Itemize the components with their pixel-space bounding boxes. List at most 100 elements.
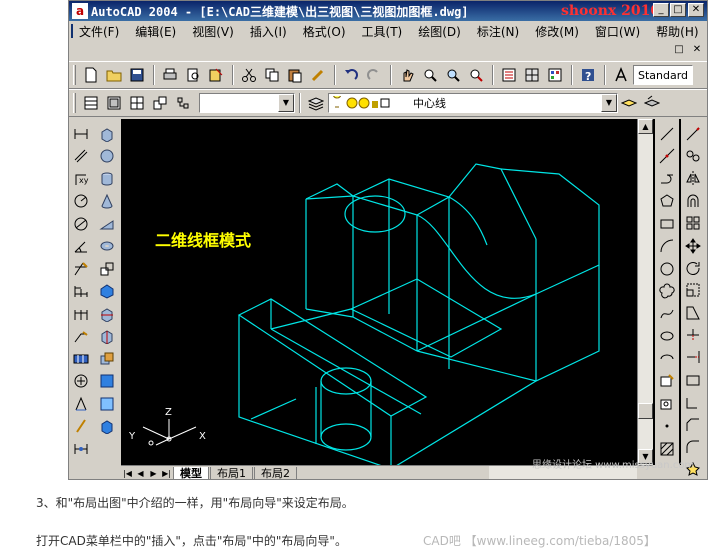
copy-icon[interactable] [261, 64, 283, 86]
properties-icon[interactable] [498, 64, 520, 86]
block-icon[interactable] [149, 92, 171, 114]
make-object-layer-current-icon[interactable] [618, 92, 640, 114]
tab-layout2[interactable]: 布局2 [254, 467, 297, 479]
dimension-edit-icon[interactable] [70, 393, 92, 415]
last-tab-icon[interactable]: ▶| [160, 467, 173, 479]
construction-line-icon[interactable] [656, 146, 678, 168]
layer-manager-icon[interactable] [80, 92, 102, 114]
menu-draw[interactable]: 绘图(D) [418, 23, 461, 40]
make-block-icon[interactable] [656, 393, 678, 415]
cut-icon[interactable] [238, 64, 260, 86]
chamfer-icon[interactable] [682, 414, 704, 435]
close-button[interactable]: ✕ [688, 3, 704, 17]
menu-tools[interactable]: 工具(T) [362, 23, 403, 40]
model-space-icon[interactable] [103, 92, 125, 114]
zoom-realtime-icon[interactable] [419, 64, 441, 86]
line-icon[interactable] [656, 123, 678, 145]
pan-icon[interactable] [396, 64, 418, 86]
redo-icon[interactable] [363, 64, 385, 86]
print-preview-icon[interactable] [182, 64, 204, 86]
arc-icon[interactable] [656, 236, 678, 258]
menu-window[interactable]: 窗口(W) [595, 23, 640, 40]
publish-icon[interactable] [205, 64, 227, 86]
extend-icon[interactable] [682, 347, 704, 368]
tab-layout1[interactable]: 布局1 [210, 467, 253, 479]
menu-insert[interactable]: 插入(I) [250, 23, 287, 40]
sphere-icon[interactable] [96, 146, 118, 168]
previous-tab-icon[interactable]: ◀ [134, 467, 147, 479]
print-icon[interactable] [159, 64, 181, 86]
tolerance-icon[interactable] [70, 348, 92, 370]
match-properties-icon[interactable] [307, 64, 329, 86]
polyline-icon[interactable] [656, 168, 678, 190]
aligned-dimension-icon[interactable] [70, 146, 92, 168]
maximize-button[interactable]: □ [670, 3, 686, 17]
rectangle-icon[interactable] [656, 213, 678, 235]
viewport-icon[interactable] [126, 92, 148, 114]
dimension-update-icon[interactable] [70, 438, 92, 460]
cone-icon[interactable] [96, 191, 118, 213]
layers-icon[interactable] [305, 92, 327, 114]
mdi-restore-button[interactable]: □ [672, 43, 686, 57]
design-center-icon[interactable] [521, 64, 543, 86]
insert-block-icon[interactable] [656, 371, 678, 393]
offset-icon[interactable] [682, 190, 704, 211]
zoom-window-icon[interactable] [442, 64, 464, 86]
linear-dimension-icon[interactable] [70, 123, 92, 145]
tool-palettes-icon[interactable] [544, 64, 566, 86]
torus-icon[interactable] [96, 236, 118, 258]
slice-icon[interactable] [96, 303, 118, 325]
ordinate-dimension-icon[interactable]: xy [70, 168, 92, 190]
scroll-up-arrow-icon[interactable]: ▲ [638, 119, 653, 134]
setup-view-icon[interactable] [96, 393, 118, 415]
autocad-logo-icon[interactable]: a [72, 3, 88, 19]
array-icon[interactable] [682, 213, 704, 234]
menu-view[interactable]: 视图(V) [192, 23, 234, 40]
mdi-close-button[interactable]: ✕ [690, 43, 704, 57]
menu-dimension[interactable]: 标注(N) [477, 23, 519, 40]
toolbar-grip[interactable] [73, 65, 76, 85]
interference-icon[interactable] [96, 348, 118, 370]
tab-model[interactable]: 模型 [173, 467, 209, 479]
radius-dimension-icon[interactable] [70, 191, 92, 213]
ellipse-arc-icon[interactable] [656, 348, 678, 370]
drawing-canvas[interactable]: 二维线框模式 X Y Z [121, 119, 685, 470]
ellipse-icon[interactable] [656, 326, 678, 348]
circle-icon[interactable] [656, 258, 678, 280]
baseline-dimension-icon[interactable] [70, 281, 92, 303]
vertical-scrollbar[interactable]: ▲ ▼ [637, 119, 653, 465]
minimize-button[interactable]: _ [653, 3, 669, 17]
layer-combo[interactable]: 中心线 ▼ [328, 93, 618, 113]
chevron-down-icon[interactable]: ▼ [278, 94, 294, 112]
rotate-icon[interactable] [682, 257, 704, 278]
section-icon[interactable] [96, 326, 118, 348]
center-mark-icon[interactable] [70, 371, 92, 393]
next-tab-icon[interactable]: ▶ [147, 467, 160, 479]
scale-icon[interactable] [682, 280, 704, 301]
box-icon[interactable] [96, 123, 118, 145]
erase-icon[interactable] [682, 123, 704, 144]
paste-icon[interactable] [284, 64, 306, 86]
menu-file[interactable]: 文件(F) [79, 23, 119, 40]
quick-leader-icon[interactable] [70, 326, 92, 348]
text-style-combo[interactable]: Standard [633, 65, 693, 85]
continue-dimension-icon[interactable] [70, 303, 92, 325]
copy-object-icon[interactable] [682, 145, 704, 166]
save-icon[interactable] [126, 64, 148, 86]
first-tab-icon[interactable]: |◀ [121, 467, 134, 479]
break-icon[interactable] [682, 392, 704, 413]
point-icon[interactable] [656, 416, 678, 438]
move-icon[interactable] [682, 235, 704, 256]
spline-icon[interactable] [656, 303, 678, 325]
trim-icon[interactable] [682, 324, 704, 345]
chevron-down-icon[interactable]: ▼ [601, 94, 617, 112]
revision-cloud-icon[interactable] [656, 281, 678, 303]
diameter-dimension-icon[interactable] [70, 213, 92, 235]
scroll-thumb[interactable] [638, 403, 653, 419]
new-file-icon[interactable] [80, 64, 102, 86]
toolbar-grip[interactable] [73, 93, 76, 113]
stretch-icon[interactable] [682, 302, 704, 323]
text-style-icon[interactable] [610, 64, 632, 86]
menu-format[interactable]: 格式(O) [303, 23, 346, 40]
layer-previous-icon[interactable] [641, 92, 663, 114]
